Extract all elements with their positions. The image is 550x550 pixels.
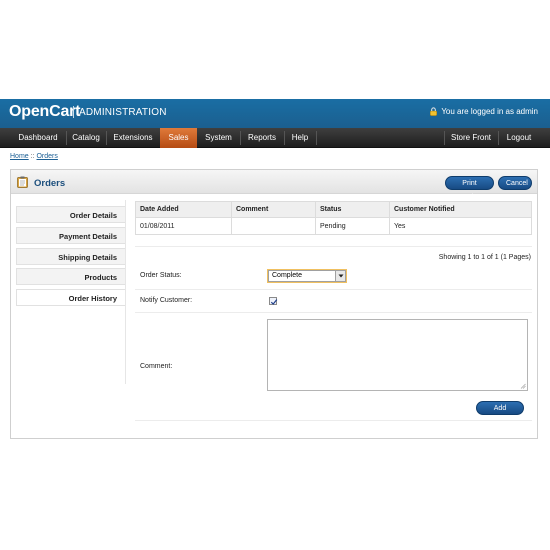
chevron-down-icon [335, 271, 345, 281]
nav-dashboard[interactable]: Dashboard [10, 128, 66, 148]
form-footer-line [135, 420, 532, 421]
comment-textarea[interactable] [267, 319, 528, 391]
print-invoice-button[interactable]: Print Invoice [445, 176, 494, 201]
tab-shipping-details[interactable]: Shipping Details [16, 248, 126, 265]
table-row: 01/08/2011 Pending Yes [135, 217, 532, 235]
cancel-button[interactable]: Cancel [498, 176, 532, 190]
tab-products[interactable]: Products [16, 268, 126, 285]
table-header-row: Date Added Comment Status Customer Notif… [135, 201, 532, 218]
column-date-added: Date Added [135, 201, 232, 218]
resize-handle-icon[interactable] [520, 383, 526, 389]
nav-logout[interactable]: Logout [498, 128, 540, 148]
breadcrumb-home[interactable]: Home [10, 153, 29, 160]
page-title: Orders [34, 178, 66, 189]
nav-reports[interactable]: Reports [240, 128, 284, 148]
administration-label: ADMINISTRATION [79, 107, 167, 118]
notify-customer-checkbox[interactable] [269, 297, 278, 305]
admin-header: OpenCart ADMINISTRATION You are logged i… [0, 99, 550, 128]
add-history-button[interactable]: Add History [476, 401, 524, 426]
box-heading: Orders Print Invoice Cancel [11, 170, 537, 201]
tabs-divider [125, 200, 126, 384]
cell-customer-notified: Yes [389, 217, 532, 235]
tab-order-history[interactable]: Order History [16, 289, 126, 306]
clipboard-icon [17, 176, 28, 188]
breadcrumb-separator: :: [30, 153, 35, 160]
breadcrumb-orders[interactable]: Orders [36, 153, 57, 160]
order-status-label: Order Status: [140, 272, 182, 279]
order-status-value: Complete [272, 272, 302, 279]
orders-box: Orders Print Invoice Cancel Order Detail… [10, 169, 538, 439]
notify-customer-row: Notify Customer: [135, 290, 532, 313]
cell-comment [231, 217, 316, 235]
order-status-row: Order Status: Complete [135, 268, 532, 290]
cell-status: Pending [315, 217, 390, 235]
nav-divider [316, 131, 317, 145]
nav-sales[interactable]: Sales [160, 128, 197, 148]
column-status: Status [315, 201, 390, 218]
nav-help[interactable]: Help [284, 128, 316, 148]
order-status-select[interactable]: Complete [268, 270, 346, 282]
nav-system[interactable]: System [197, 128, 240, 148]
table-separator [135, 246, 532, 247]
history-table: Date Added Comment Status Customer Notif… [135, 201, 532, 235]
comment-row: Comment: [135, 313, 532, 393]
notify-customer-label: Notify Customer: [140, 297, 193, 304]
checkmark-icon [270, 299, 278, 305]
logged-in-status: You are logged in as admin [429, 107, 538, 116]
comment-label: Comment: [140, 363, 173, 370]
cell-date-added: 01/08/2011 [135, 217, 232, 235]
nav-catalog[interactable]: Catalog [66, 128, 106, 148]
nav-extensions[interactable]: Extensions [106, 128, 160, 148]
main-nav: Dashboard Catalog Extensions Sales Syste… [0, 128, 550, 148]
logo-separator [73, 106, 74, 118]
column-customer-notified: Customer Notified [389, 201, 532, 218]
nav-store-front[interactable]: Store Front [444, 128, 498, 148]
pagination-results: Showing 1 to 1 of 1 (1 Pages) [438, 254, 531, 261]
breadcrumb: Home :: Orders [10, 153, 58, 160]
tab-order-details[interactable]: Order Details [16, 206, 126, 223]
tab-payment-details[interactable]: Payment Details [16, 227, 126, 244]
lock-icon [430, 107, 438, 116]
logged-in-text: You are logged in as admin [441, 107, 538, 116]
column-comment: Comment [231, 201, 316, 218]
opencart-logo[interactable]: OpenCart [9, 103, 81, 121]
